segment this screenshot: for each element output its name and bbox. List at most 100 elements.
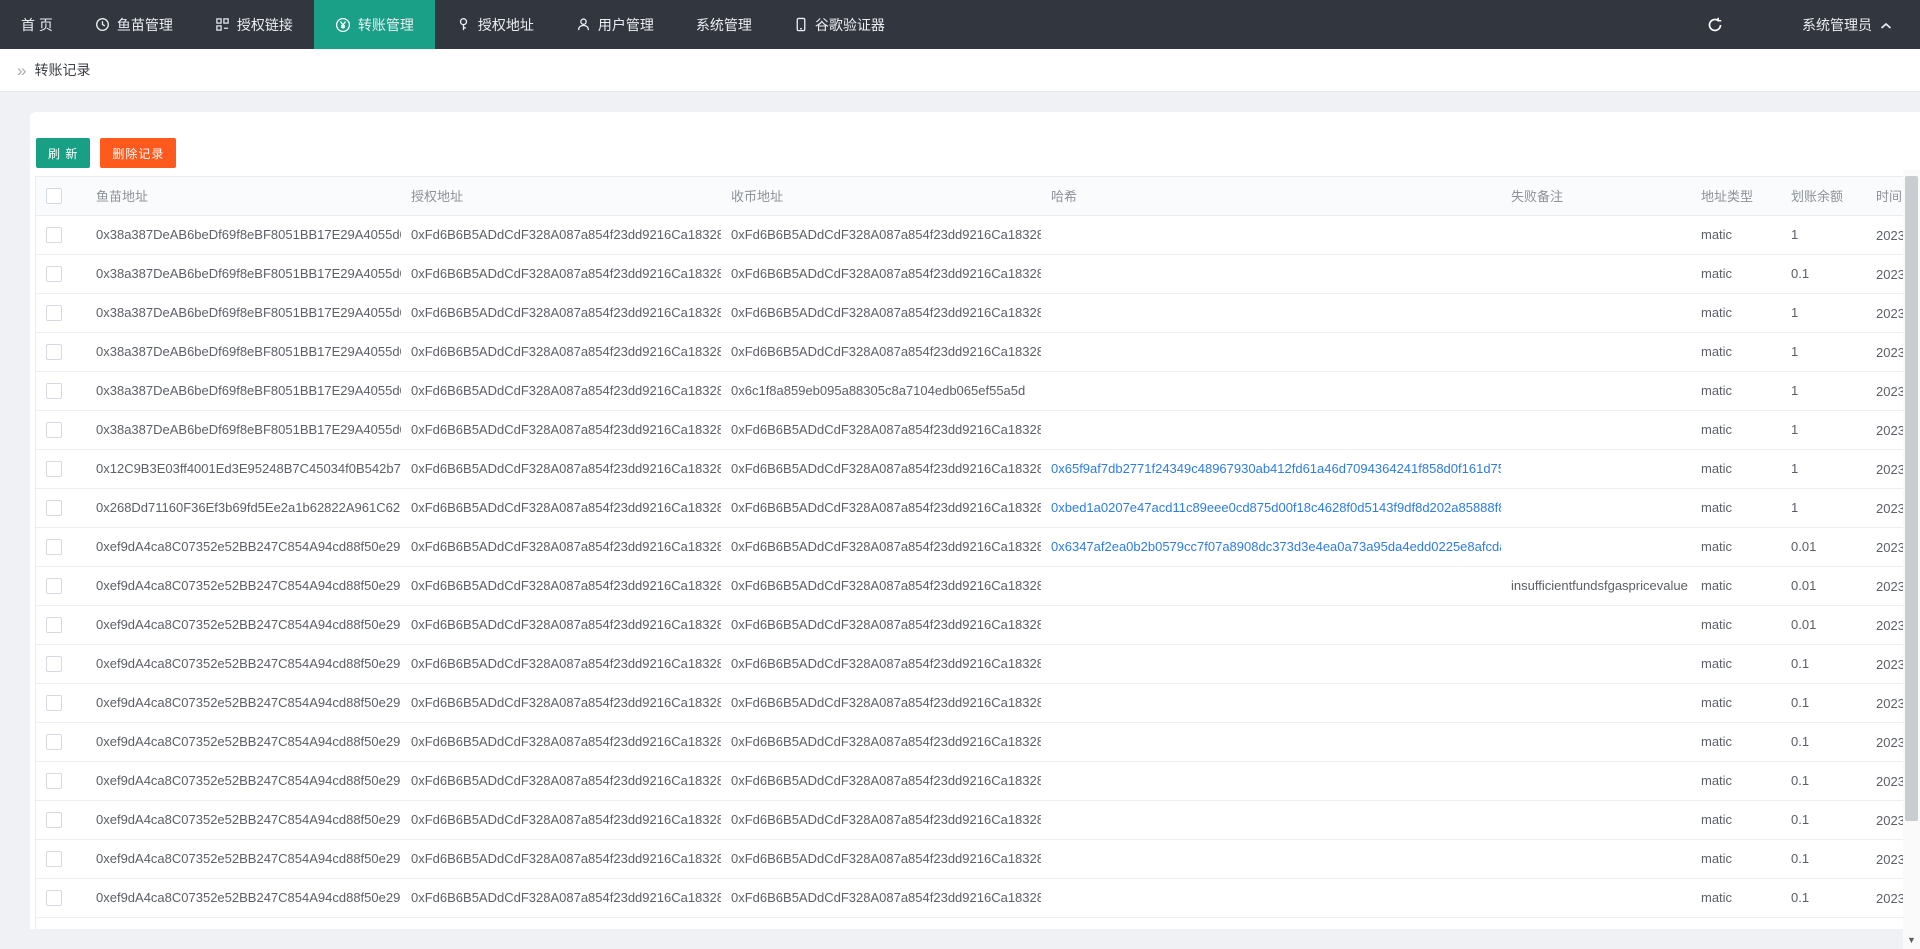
scrollbar-thumb[interactable] bbox=[1905, 176, 1918, 821]
hash-cell bbox=[1041, 839, 1501, 878]
nav-item-user-manage[interactable]: 用户管理 bbox=[555, 0, 675, 49]
row-checkbox[interactable] bbox=[46, 539, 62, 555]
nav-item-system-manage[interactable]: 系统管理 bbox=[675, 0, 773, 49]
refresh-icon[interactable] bbox=[1688, 0, 1742, 49]
fish-address-cell: 0xef9dA4ca8C07352e52BB247C854A94cd88f50e… bbox=[86, 839, 401, 878]
fish-address-cell: 0x12C9B3E03ff4001Ed3E95248B7C45034f0B542… bbox=[86, 449, 401, 488]
nav-item-label: 首 页 bbox=[21, 15, 53, 35]
row-checkbox[interactable] bbox=[46, 500, 62, 516]
vertical-scrollbar[interactable]: ▼ bbox=[1903, 170, 1920, 949]
table-row: 0xef9dA4ca8C07352e52BB247C854A94cd88f50e… bbox=[36, 605, 1920, 644]
auth-address-cell: 0xFd6B6B5ADdCdF328A087a854f23dd9216Ca183… bbox=[401, 644, 721, 683]
hash-cell bbox=[1041, 371, 1501, 410]
fish-address-cell: 0xef9dA4ca8C07352e52BB247C854A94cd88f50e… bbox=[86, 722, 401, 761]
auth-address-cell: 0xFd6B6B5ADdCdF328A087a854f23dd9216Ca183… bbox=[401, 254, 721, 293]
fail-note-cell bbox=[1501, 839, 1691, 878]
table-body: 0x38a387DeAB6beDf69f8eBF8051BB17E29A4055… bbox=[36, 215, 1920, 929]
hash-cell bbox=[1041, 800, 1501, 839]
row-checkbox[interactable] bbox=[46, 344, 62, 360]
amount-cell: 0.1 bbox=[1781, 761, 1866, 800]
table-row: 0xef9dA4ca8C07352e52BB247C854A94cd88f50e… bbox=[36, 839, 1920, 878]
address-type-cell: matic bbox=[1691, 215, 1781, 254]
phone-icon bbox=[794, 17, 808, 32]
hash-cell[interactable]: 0xbed1a0207e47acd11c89eee0cd875d00f18c46… bbox=[1041, 488, 1501, 527]
nav-item-auth-link[interactable]: 授权链接 bbox=[194, 0, 314, 49]
hash-cell[interactable]: 0x6347af2ea0b2b0579cc7f07a8908dc373d3e4e… bbox=[1041, 527, 1501, 566]
nav-item-fish-manage[interactable]: 鱼苗管理 bbox=[74, 0, 194, 49]
address-type-cell: matic bbox=[1691, 410, 1781, 449]
nav-item-transfer-manage[interactable]: 转账管理 bbox=[314, 0, 435, 49]
col-header-fish-address: 鱼苗地址 bbox=[86, 177, 401, 215]
fish-address-cell: 0x268Dd71160F36Ef3b69fd5Ee2a1b62822A961C… bbox=[86, 917, 401, 929]
row-checkbox[interactable] bbox=[46, 617, 62, 633]
col-header-amount: 划账余额 bbox=[1781, 177, 1866, 215]
auth-address-cell: 0xFd6B6B5ADdCdF328A087a854f23dd9216Ca183… bbox=[401, 527, 721, 566]
key-icon bbox=[456, 17, 471, 32]
address-type-cell: matic bbox=[1691, 449, 1781, 488]
auth-address-cell: 0xFd6B6B5ADdCdF328A087a854f23dd9216Ca183… bbox=[401, 488, 721, 527]
auth-address-cell: 0xFd6B6B5ADdCdF328A087a854f23dd9216Ca183… bbox=[401, 605, 721, 644]
row-checkbox[interactable] bbox=[46, 227, 62, 243]
hash-cell[interactable]: 0x65f9af7db2771f24349c48967930ab412fd61a… bbox=[1041, 449, 1501, 488]
fail-note-cell bbox=[1501, 215, 1691, 254]
amount-cell: 0.1 bbox=[1781, 644, 1866, 683]
table-row: 0xef9dA4ca8C07352e52BB247C854A94cd88f50e… bbox=[36, 644, 1920, 683]
row-checkbox[interactable] bbox=[46, 461, 62, 477]
nav-item-google-authenticator[interactable]: 谷歌验证器 bbox=[773, 0, 906, 49]
fail-note-cell bbox=[1501, 254, 1691, 293]
table-row: 0xef9dA4ca8C07352e52BB247C854A94cd88f50e… bbox=[36, 527, 1920, 566]
fail-note-cell bbox=[1501, 605, 1691, 644]
auth-address-cell: 0xFd6B6B5ADdCdF328A087a854f23dd9216Ca183… bbox=[401, 371, 721, 410]
row-checkbox[interactable] bbox=[46, 266, 62, 282]
row-checkbox[interactable] bbox=[46, 929, 62, 930]
row-checkbox[interactable] bbox=[46, 695, 62, 711]
row-checkbox[interactable] bbox=[46, 656, 62, 672]
auth-address-cell: 0xFd6B6B5ADdCdF328A087a854f23dd9216Ca183… bbox=[401, 683, 721, 722]
row-checkbox[interactable] bbox=[46, 383, 62, 399]
row-checkbox[interactable] bbox=[46, 305, 62, 321]
row-checkbox[interactable] bbox=[46, 422, 62, 438]
table-row: 0x12C9B3E03ff4001Ed3E95248B7C45034f0B542… bbox=[36, 449, 1920, 488]
fail-note-cell bbox=[1501, 332, 1691, 371]
col-header-address-type: 地址类型 bbox=[1691, 177, 1781, 215]
select-all-checkbox[interactable] bbox=[46, 188, 62, 204]
delete-records-button[interactable]: 删除记录 bbox=[100, 138, 176, 168]
address-type-cell: matic bbox=[1691, 254, 1781, 293]
receive-address-cell: 0xFd6B6B5ADdCdF328A087a854f23dd9216Ca183… bbox=[721, 215, 1041, 254]
amount-cell: 1 bbox=[1781, 215, 1866, 254]
content-panel: 刷 新 删除记录 鱼苗地址 授权地址 收币地址 哈希 失败备注 地址类型 划账余… bbox=[30, 112, 1920, 929]
row-checkbox[interactable] bbox=[46, 851, 62, 867]
row-checkbox[interactable] bbox=[46, 773, 62, 789]
row-checkbox[interactable] bbox=[46, 578, 62, 594]
nav-item-home[interactable]: 首 页 bbox=[0, 0, 74, 49]
scrollbar-down-arrow[interactable]: ▼ bbox=[1903, 932, 1920, 948]
clock-icon bbox=[95, 17, 110, 32]
receive-address-cell: 0x6c1f8a859eb095a88305c8a7104edb065ef55a… bbox=[721, 371, 1041, 410]
chevron-up-icon bbox=[1880, 17, 1892, 33]
auth-address-cell: 0xFd6B6B5ADdCdF328A087a854f23dd9216Ca183… bbox=[401, 332, 721, 371]
row-checkbox[interactable] bbox=[46, 734, 62, 750]
address-type-cell: matic bbox=[1691, 566, 1781, 605]
fish-address-cell: 0x38a387DeAB6beDf69f8eBF8051BB17E29A4055… bbox=[86, 254, 401, 293]
refresh-button[interactable]: 刷 新 bbox=[36, 138, 90, 168]
address-type-cell: matic bbox=[1691, 371, 1781, 410]
auth-address-cell: 0xFd6B6B5ADdCdF328A087a854f23dd9216Ca183… bbox=[401, 839, 721, 878]
fail-note-cell bbox=[1501, 644, 1691, 683]
hash-cell bbox=[1041, 410, 1501, 449]
amount-cell: 0.01 bbox=[1781, 605, 1866, 644]
table-header-row: 鱼苗地址 授权地址 收币地址 哈希 失败备注 地址类型 划账余额 时间 bbox=[36, 177, 1920, 215]
fail-note-cell bbox=[1501, 722, 1691, 761]
auth-address-cell: 0xFd6B6B5ADdCdF328A087a854f23dd9216Ca183… bbox=[401, 449, 721, 488]
row-checkbox[interactable] bbox=[46, 812, 62, 828]
hash-cell bbox=[1041, 761, 1501, 800]
row-checkbox[interactable] bbox=[46, 890, 62, 906]
user-menu[interactable]: 系统管理员 bbox=[1742, 0, 1920, 49]
nav-item-auth-address[interactable]: 授权地址 bbox=[435, 0, 555, 49]
auth-address-cell: 0xFd6B6B5ADdCdF328A087a854f23dd9216Ca183… bbox=[401, 410, 721, 449]
fish-address-cell: 0xef9dA4ca8C07352e52BB247C854A94cd88f50e… bbox=[86, 527, 401, 566]
auth-address-cell: 0xFd6B6B5ADdCdF328A087a854f23dd9216Ca183… bbox=[401, 722, 721, 761]
address-type-cell: matic bbox=[1691, 800, 1781, 839]
amount-cell: 0.1 bbox=[1781, 800, 1866, 839]
fail-note-cell bbox=[1501, 683, 1691, 722]
yen-circle-icon bbox=[335, 17, 351, 33]
